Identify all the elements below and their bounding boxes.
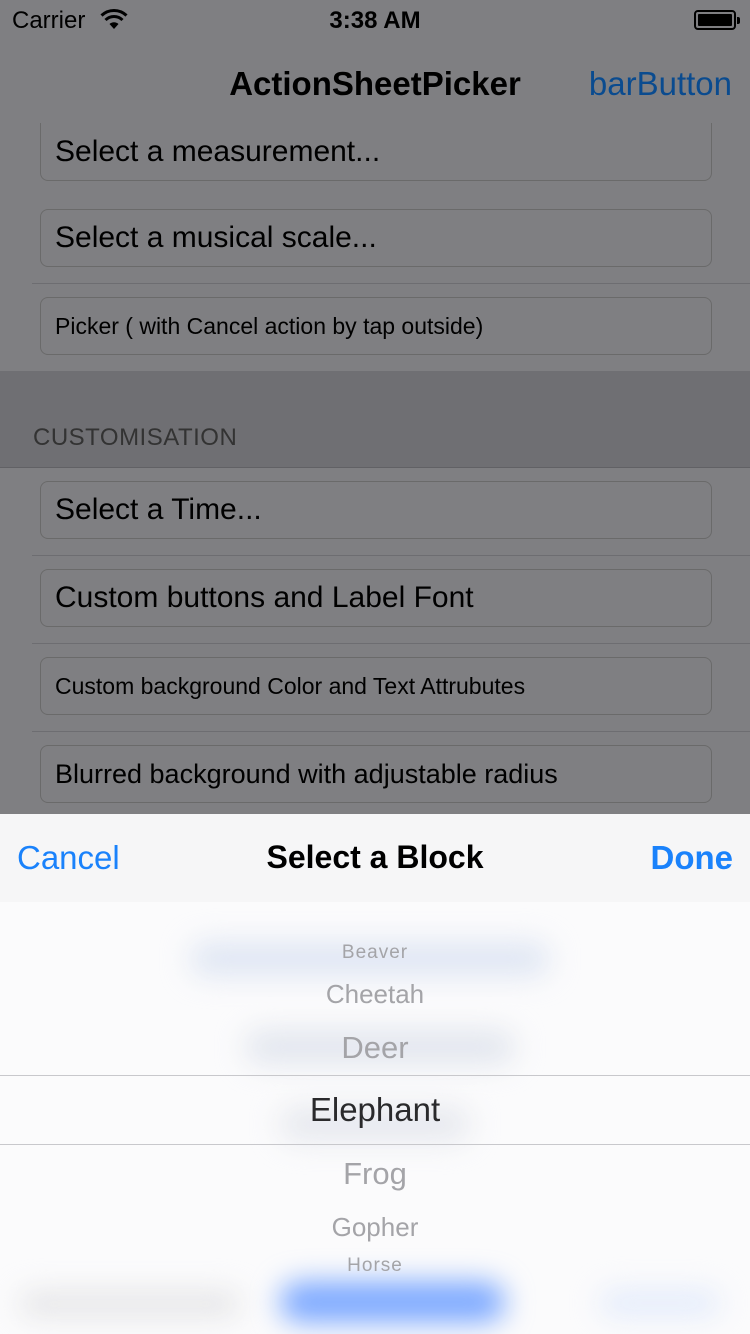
navigation-bar: ActionSheetPicker barButton	[0, 40, 750, 129]
blurred-background-shape	[280, 1282, 505, 1322]
table-row: Picker ( with Cancel action by tap outsi…	[0, 284, 750, 371]
picker-item[interactable]: Beaver	[0, 942, 750, 964]
custom-background-field[interactable]: Custom background Color and Text Attrubu…	[40, 657, 712, 715]
picker-selection-bottom-line	[0, 1144, 750, 1145]
musical-scale-field[interactable]: Select a musical scale...	[40, 209, 712, 267]
blurred-background-shape	[600, 1290, 720, 1316]
done-button[interactable]: Done	[651, 839, 734, 877]
block-picker[interactable]: Beaver Cheetah Deer Elephant Frog Gopher…	[0, 902, 750, 1334]
picker-selection-top-line	[0, 1075, 750, 1076]
picker-item[interactable]: Gopher	[0, 1212, 750, 1243]
table-row: Custom buttons and Label Font	[0, 556, 750, 644]
picker-item[interactable]: Horse	[0, 1255, 750, 1277]
picker-item[interactable]: Cheetah	[0, 979, 750, 1010]
measurement-field[interactable]: Select a measurement...	[40, 123, 712, 181]
custom-buttons-field[interactable]: Custom buttons and Label Font	[40, 569, 712, 627]
status-time: 3:38 AM	[329, 7, 421, 34]
action-sheet-title: Select a Block	[266, 839, 484, 875]
table-row: Custom background Color and Text Attrubu…	[0, 644, 750, 732]
section-header: CUSTOMISATION	[33, 424, 238, 451]
picker-item[interactable]: Frog	[0, 1156, 750, 1192]
table-row: Select a musical scale...	[0, 196, 750, 284]
status-bar: Carrier 3:38 AM	[0, 0, 750, 40]
bar-button[interactable]: barButton	[589, 65, 732, 103]
cancel-tap-outside-field[interactable]: Picker ( with Cancel action by tap outsi…	[40, 297, 712, 355]
table-row: Blurred background with adjustable radiu…	[0, 732, 750, 814]
blurred-background-shape	[20, 1292, 240, 1316]
section-gap	[0, 371, 750, 468]
action-sheet-toolbar: Cancel Select a Block Done	[0, 814, 750, 902]
battery-icon	[694, 10, 740, 30]
select-time-field[interactable]: Select a Time...	[40, 481, 712, 539]
picker-item[interactable]: Deer	[0, 1030, 750, 1066]
blurred-background-field[interactable]: Blurred background with adjustable radiu…	[40, 745, 712, 803]
table-row: Select a Time...	[0, 468, 750, 556]
picker-item-selected[interactable]: Elephant	[0, 1091, 750, 1129]
